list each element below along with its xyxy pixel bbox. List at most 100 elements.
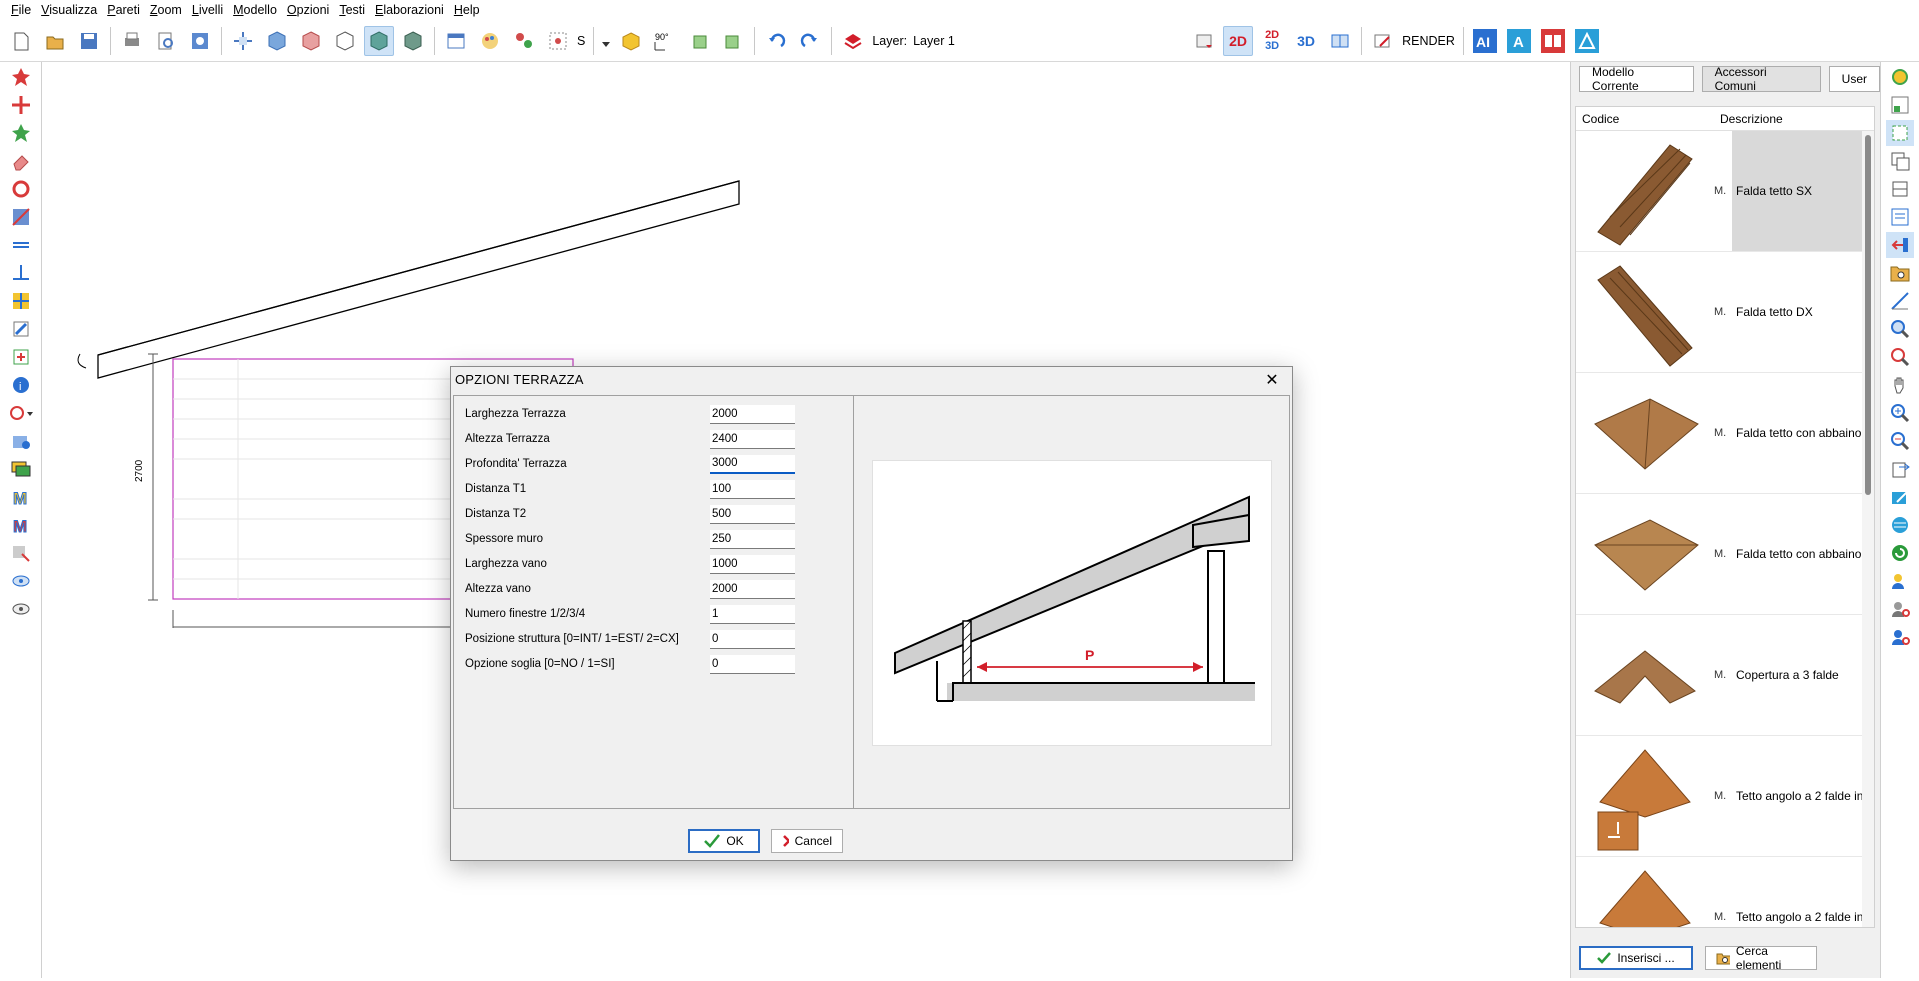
view-3d-button[interactable]: 3D [1291, 26, 1321, 56]
pan-hand-icon[interactable] [1886, 372, 1914, 398]
cube-blue-icon[interactable] [262, 26, 292, 56]
menu-livelli[interactable]: Livelli [187, 3, 228, 17]
layer-value[interactable]: Layer 1 [913, 34, 1033, 48]
book-view-icon[interactable] [1325, 26, 1355, 56]
profondita-terrazza-input[interactable] [710, 454, 795, 474]
snap-menu-icon[interactable] [6, 400, 36, 426]
snap-s-label[interactable]: S [577, 34, 585, 48]
zoom-all-icon[interactable] [1886, 344, 1914, 370]
render-label[interactable]: RENDER [1402, 34, 1455, 48]
scrollbar-thumb[interactable] [1865, 135, 1871, 495]
paint-brush-icon[interactable] [6, 316, 36, 342]
material-m-icon[interactable]: M [6, 484, 36, 510]
manual-book-icon[interactable] [1538, 26, 1568, 56]
angle-90-icon[interactable]: 90° [650, 26, 680, 56]
library-settings-icon[interactable] [1886, 64, 1914, 90]
redo-icon[interactable] [795, 26, 825, 56]
altezza-vano-input[interactable] [710, 579, 795, 599]
globe-icon[interactable] [1886, 512, 1914, 538]
align-right-icon[interactable] [718, 26, 748, 56]
view-2d-button[interactable]: 2D [1223, 25, 1254, 56]
rotate-icon[interactable] [6, 176, 36, 202]
find-folder-icon[interactable] [1886, 260, 1914, 286]
list-item[interactable]: M. Falda tetto DX [1576, 252, 1874, 373]
list-item[interactable]: M. Falda tetto SX [1576, 131, 1874, 252]
print-preview-icon[interactable] [151, 26, 181, 56]
menu-zoom[interactable]: Zoom [145, 3, 187, 17]
info-icon[interactable]: i [6, 372, 36, 398]
list-item[interactable]: M. Falda tetto con abbaino SX [1576, 373, 1874, 494]
menu-pareti[interactable]: Pareti [102, 3, 145, 17]
opzione-soglia-input[interactable] [710, 654, 795, 674]
zoom-in-icon[interactable] [1886, 400, 1914, 426]
import-icon[interactable] [1886, 232, 1914, 258]
ai-text-icon[interactable]: AI [1470, 26, 1500, 56]
menu-file[interactable]: File [6, 3, 36, 17]
cube-solid-icon[interactable] [398, 26, 428, 56]
column-codice[interactable]: Codice [1576, 107, 1714, 130]
ok-button[interactable]: OK [688, 829, 760, 853]
cube-green-icon[interactable] [364, 25, 394, 56]
distanza-t2-input[interactable] [710, 504, 795, 524]
material-m-red-icon[interactable]: M [6, 512, 36, 538]
numero-finestre-input[interactable] [710, 604, 795, 624]
user-group-icon[interactable] [1886, 624, 1914, 650]
print-icon[interactable] [117, 26, 147, 56]
zoom-out-icon[interactable] [1886, 428, 1914, 454]
view-settings-icon[interactable] [6, 596, 36, 622]
list-item[interactable]: M. Tetto angolo a 2 falde inclinat [1576, 857, 1874, 927]
select-star-icon[interactable] [6, 64, 36, 90]
new-file-icon[interactable] [6, 26, 36, 56]
layer-dropdown-icon[interactable] [1189, 26, 1219, 56]
parallel-lines-icon[interactable] [6, 232, 36, 258]
spessore-muro-input[interactable] [710, 529, 795, 549]
text-a-icon[interactable]: A [1504, 26, 1534, 56]
render-icon[interactable] [1368, 26, 1398, 56]
mirror-icon[interactable] [6, 204, 36, 230]
layout-icon[interactable] [1886, 92, 1914, 118]
tab-accessori-comuni[interactable]: Accessori Comuni [1701, 65, 1821, 93]
objects-icon[interactable] [509, 26, 539, 56]
list-item[interactable]: M. Copertura a 3 falde [1576, 615, 1874, 736]
zoom-window-icon[interactable] [1886, 316, 1914, 342]
list-scrollbar[interactable] [1862, 131, 1874, 927]
copy-area-icon[interactable] [1886, 148, 1914, 174]
user-config-icon[interactable] [1886, 596, 1914, 622]
align-left-icon[interactable] [684, 26, 714, 56]
open-folder-icon[interactable] [40, 26, 70, 56]
view-eye-icon[interactable] [6, 568, 36, 594]
export-icon[interactable] [1886, 456, 1914, 482]
refresh-green-icon[interactable] [1886, 540, 1914, 566]
cube-red-icon[interactable] [296, 26, 326, 56]
wall-draw-icon[interactable] [228, 26, 258, 56]
eraser-icon[interactable] [6, 148, 36, 174]
triangle-tool-icon[interactable] [1572, 26, 1602, 56]
cancel-button[interactable]: Cancel [771, 829, 843, 853]
column-descrizione[interactable]: Descrizione [1714, 107, 1789, 130]
copy-star-icon[interactable] [6, 120, 36, 146]
menu-visualizza[interactable]: Visualizza [36, 3, 102, 17]
cube-outline-icon[interactable] [330, 26, 360, 56]
menu-help[interactable]: Help [449, 3, 485, 17]
tab-user[interactable]: User [1828, 66, 1880, 92]
object-info-icon[interactable] [6, 428, 36, 454]
distanza-t1-input[interactable] [710, 479, 795, 499]
list-item[interactable]: M. Falda tetto con abbaino DX [1576, 494, 1874, 615]
object-select-icon[interactable] [6, 540, 36, 566]
user-settings-icon[interactable] [1886, 568, 1914, 594]
window-icon[interactable] [441, 26, 471, 56]
move-icon[interactable] [6, 92, 36, 118]
perpendicular-icon[interactable] [6, 260, 36, 286]
menu-testi[interactable]: Testi [334, 3, 370, 17]
larghezza-terrazza-input[interactable] [710, 404, 795, 424]
hatch-icon[interactable] [6, 288, 36, 314]
grid-icon[interactable] [543, 26, 573, 56]
menu-elaborazioni[interactable]: Elaborazioni [370, 3, 449, 17]
edit-icon[interactable] [1886, 484, 1914, 510]
add-point-icon[interactable] [6, 344, 36, 370]
layers-stack-icon[interactable] [6, 456, 36, 482]
larghezza-vano-input[interactable] [710, 554, 795, 574]
search-elements-button[interactable]: Cerca elementi [1705, 944, 1817, 972]
box-yellow-icon[interactable] [616, 26, 646, 56]
save-icon[interactable] [74, 26, 104, 56]
